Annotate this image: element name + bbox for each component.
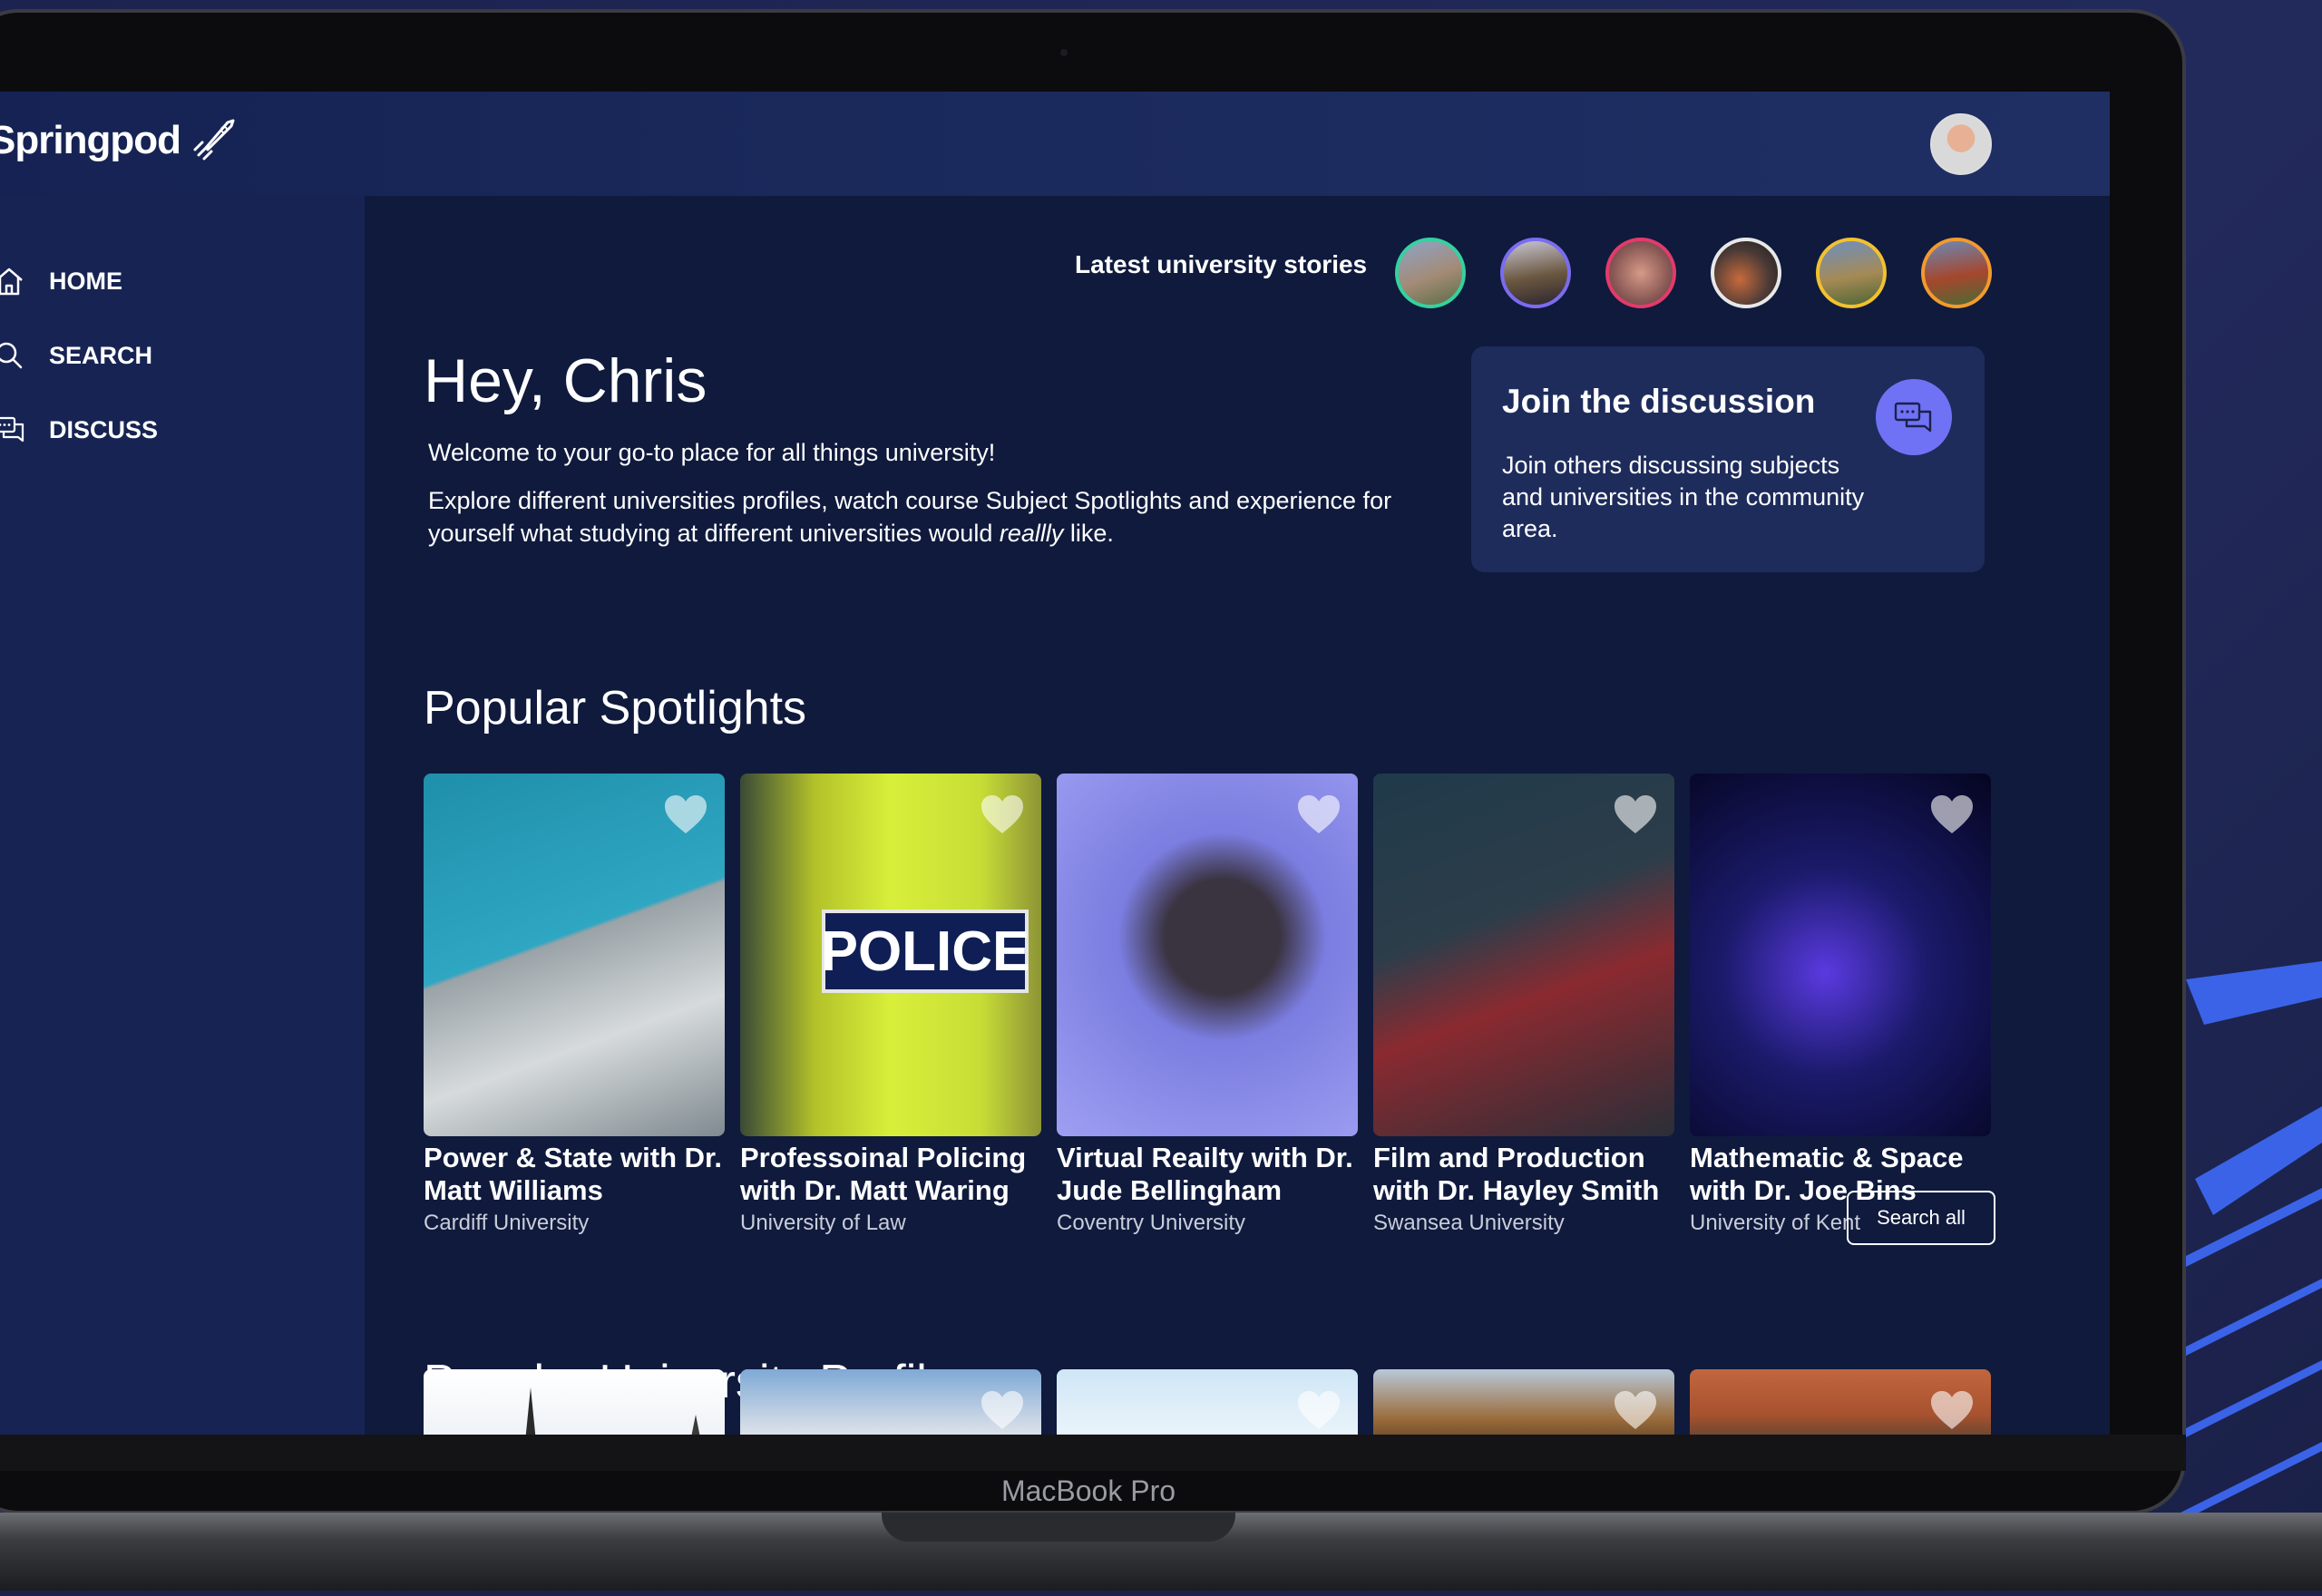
story-avatar[interactable] — [1395, 238, 1466, 308]
spotlight-card[interactable]: POLICE Professoinal Policing with Dr. Ma… — [740, 774, 1041, 1236]
spotlight-card[interactable]: Power & State with Dr. Matt Williams Car… — [424, 774, 725, 1236]
police-badge-graphic: POLICE — [821, 910, 1029, 993]
laptop-bezel — [0, 1435, 2186, 1471]
device-label: MacBook Pro — [1000, 1474, 1176, 1507]
chat-bubbles-icon — [1876, 379, 1952, 455]
explore-text-main: Explore different universities profiles,… — [428, 487, 1392, 547]
sidebar-item-label: HOME — [49, 267, 122, 295]
explore-text-end: like. — [1063, 520, 1114, 547]
rocket-icon — [193, 119, 235, 161]
discussion-title: Join the discussion — [1502, 383, 1816, 420]
home-icon — [0, 268, 23, 296]
spotlight-image — [1057, 774, 1358, 1136]
chat-icon — [0, 416, 24, 443]
stories-label: Latest university stories — [1075, 250, 1368, 278]
spotlight-image: POLICE — [740, 774, 1041, 1136]
heart-icon[interactable] — [663, 793, 708, 835]
screen: Springpod HOME SEARCH DISCUSS Latest uni… — [0, 92, 2110, 1449]
story-avatar[interactable] — [1711, 238, 1781, 308]
spotlight-title: Virtual Reailty with Dr. Jude Bellingham — [1057, 1142, 1353, 1206]
discussion-description: Join others discussing subjects and univ… — [1502, 452, 1865, 542]
story-avatar[interactable] — [1605, 238, 1676, 308]
spotlight-card[interactable]: Mathematic & Space with Dr. Joe Bins Uni… — [1690, 774, 1991, 1236]
spotlight-title: Professoinal Policing with Dr. Matt Wari… — [740, 1142, 1027, 1206]
heart-icon[interactable] — [1929, 793, 1975, 835]
spotlight-university: Cardiff University — [424, 1211, 590, 1235]
logo-text: Springpod — [0, 118, 181, 162]
heart-icon[interactable] — [1296, 1389, 1341, 1431]
spotlight-image — [1373, 774, 1674, 1136]
main-content: Latest university stories Hey, Chris Wel… — [365, 196, 2110, 1449]
spotlight-title: Film and Production with Dr. Hayley Smit… — [1373, 1142, 1660, 1206]
sidebar: HOME SEARCH DISCUSS — [0, 196, 365, 1449]
story-avatar[interactable] — [1816, 238, 1887, 308]
laptop-frame: Springpod HOME SEARCH DISCUSS Latest uni… — [0, 9, 2186, 1514]
laptop-hinge — [882, 1513, 1235, 1542]
story-avatar[interactable] — [1500, 238, 1571, 308]
spotlight-university: Swansea University — [1373, 1211, 1565, 1235]
heart-icon[interactable] — [1296, 793, 1341, 835]
heart-icon[interactable] — [980, 793, 1025, 835]
spotlights-title: Popular Spotlights — [424, 682, 807, 735]
sidebar-item-discuss[interactable]: DISCUSS — [0, 412, 158, 448]
story-avatar[interactable] — [1921, 238, 1992, 308]
sidebar-item-search[interactable]: SEARCH — [0, 337, 152, 374]
join-discussion-card[interactable]: Join the discussion Join others discussi… — [1471, 346, 1985, 572]
camera-dot — [1060, 49, 1068, 56]
heart-icon[interactable] — [1613, 793, 1658, 835]
spotlight-card[interactable]: Virtual Reailty with Dr. Jude Bellingham… — [1057, 774, 1358, 1236]
heart-icon[interactable] — [980, 1389, 1025, 1431]
search-icon — [0, 342, 23, 369]
spotlight-title: Power & State with Dr. Matt Williams — [424, 1142, 723, 1206]
spotlight-image — [1690, 774, 1991, 1136]
spotlight-university: Coventry University — [1057, 1211, 1246, 1235]
user-avatar[interactable] — [1930, 113, 1992, 175]
explore-emphasis: reallly — [999, 520, 1064, 547]
top-bar: Springpod — [0, 92, 2110, 196]
explore-text: Explore different universities profiles,… — [428, 484, 1426, 550]
spotlight-university: University of Law — [740, 1211, 906, 1235]
spotlight-image — [424, 774, 725, 1136]
search-all-button[interactable]: Search all — [1847, 1191, 1995, 1245]
heart-icon[interactable] — [1929, 1389, 1975, 1431]
welcome-text: Welcome to your go-to place for all thin… — [428, 439, 996, 466]
decorative-stripes — [2177, 961, 2322, 1523]
spotlight-card[interactable]: Film and Production with Dr. Hayley Smit… — [1373, 774, 1674, 1236]
greeting-heading: Hey, Chris — [424, 346, 707, 415]
logo[interactable]: Springpod — [0, 113, 240, 168]
sidebar-item-label: SEARCH — [49, 341, 153, 369]
sidebar-item-label: DISCUSS — [49, 415, 159, 443]
heart-icon[interactable] — [1613, 1389, 1658, 1431]
sidebar-item-home[interactable]: HOME — [0, 263, 122, 299]
